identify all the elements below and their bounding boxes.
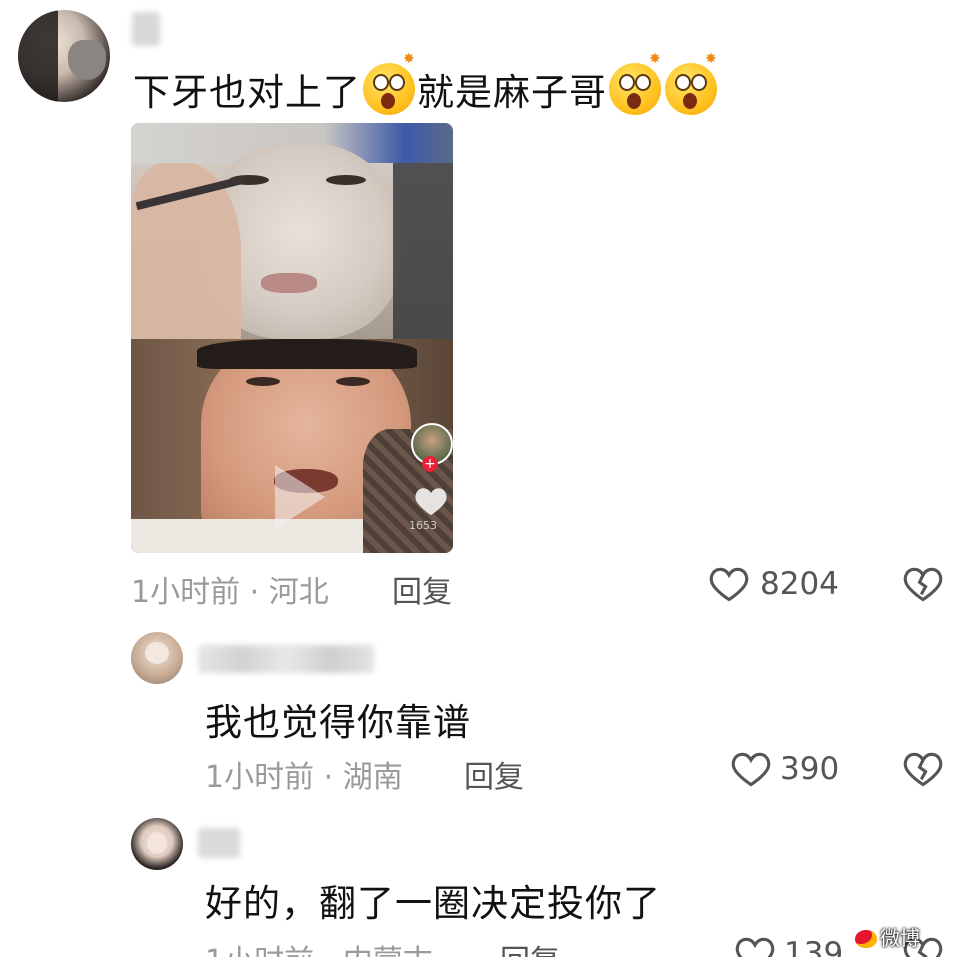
dislike-broken-heart-icon[interactable] <box>902 750 944 788</box>
commenter-avatar[interactable] <box>18 10 110 102</box>
dislike-broken-heart-icon[interactable] <box>902 565 944 603</box>
reply-meta: 1小时前 · 湖南 <box>205 760 403 795</box>
like-heart-icon[interactable] <box>708 565 750 603</box>
reply-avatar[interactable] <box>131 632 183 684</box>
like-count: 139 <box>784 936 844 957</box>
reply-meta-row-clipped: 1小时前 · 内蒙古 回复 139 <box>0 930 970 957</box>
weibo-logo-icon <box>855 930 877 948</box>
reply-name[interactable] <box>198 645 374 673</box>
reply-avatar[interactable] <box>131 818 183 870</box>
follow-plus-icon[interactable]: + <box>422 456 438 472</box>
reply-meta: 1小时前 · 内蒙古 <box>205 936 433 957</box>
comment-meta: 1小时前 · 河北 <box>131 575 329 610</box>
weibo-watermark: 微博 <box>855 922 920 952</box>
comment-text: 下牙也对上了 ✸ 就是麻子哥 ✸ ✸ <box>133 52 719 116</box>
reply-text: 好的，翻了一圈决定投你了 <box>205 882 661 925</box>
watermark-text: 微博 <box>880 926 920 950</box>
reply-name[interactable] <box>198 828 240 858</box>
play-icon[interactable] <box>269 461 329 533</box>
astonished-face-icon: ✸ <box>363 52 415 115</box>
video-like-count: 1653 <box>409 519 437 532</box>
video-like-icon[interactable] <box>414 485 448 517</box>
astonished-face-icon: ✸ <box>665 52 717 115</box>
like-heart-icon[interactable] <box>734 935 776 957</box>
comment-text-part2: 就是麻子哥 <box>417 71 607 114</box>
astonished-face-icon: ✸ <box>609 52 661 115</box>
reply-text: 我也觉得你靠谱 <box>205 701 471 744</box>
like-heart-icon[interactable] <box>730 750 772 788</box>
reply-button[interactable]: 回复 <box>500 936 560 957</box>
video-top-frame <box>131 123 453 339</box>
video-thumbnail[interactable]: + 1653 <box>131 123 453 553</box>
like-count: 390 <box>780 751 840 787</box>
comment-text-part1: 下牙也对上了 <box>133 71 361 114</box>
like-count: 8204 <box>760 566 839 602</box>
reply-button[interactable]: 回复 <box>464 752 524 796</box>
reply-button[interactable]: 回复 <box>392 567 452 611</box>
commenter-name[interactable] <box>132 12 160 46</box>
